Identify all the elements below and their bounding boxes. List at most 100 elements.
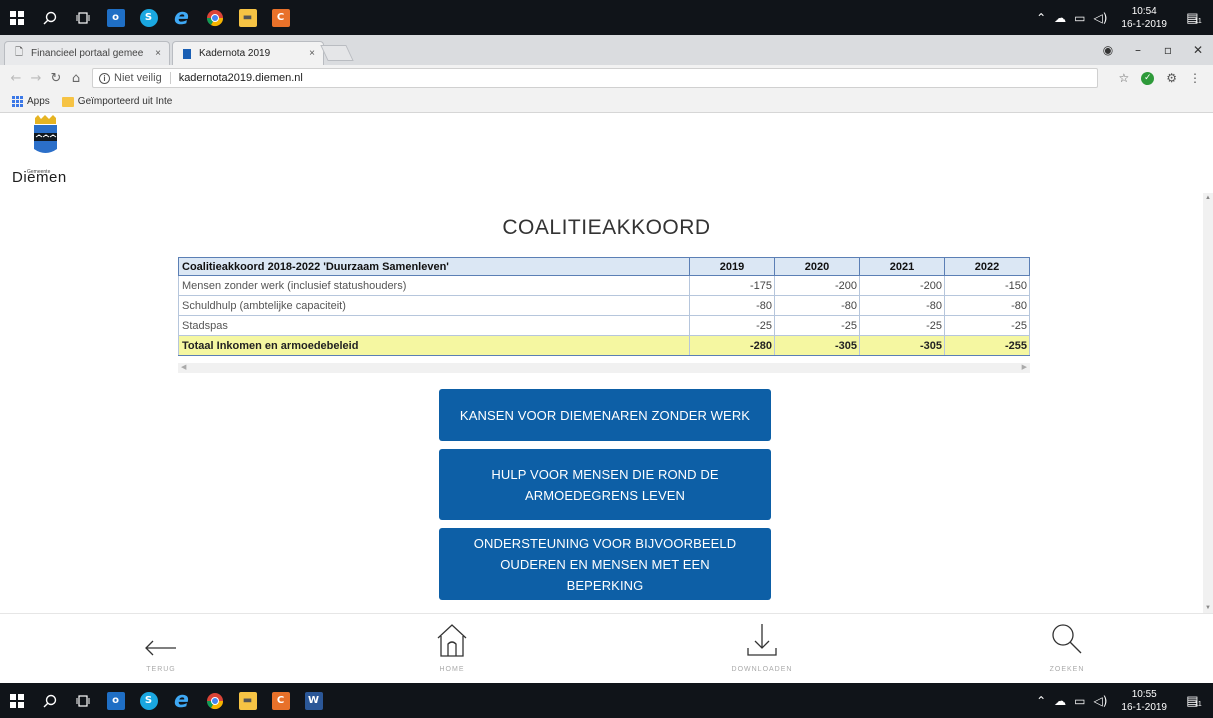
total-value: -305 xyxy=(859,335,945,356)
cell-value: -80 xyxy=(689,295,775,316)
footer-back-button[interactable]: TERUG xyxy=(111,614,211,673)
table-horizontal-scrollbar[interactable]: ◀ ▶ xyxy=(178,363,1030,373)
kansen-button[interactable]: KANSEN VOOR DIEMENAREN ZONDER WERK xyxy=(439,389,771,441)
bookmark-apps[interactable]: Apps xyxy=(12,96,50,107)
footer-home-button[interactable]: HOME xyxy=(402,614,502,673)
notification-count: 11 xyxy=(1194,701,1202,708)
footer-search-button[interactable]: ZOEKEN xyxy=(1017,614,1117,673)
clock[interactable]: 10:54 16-1-2019 xyxy=(1121,5,1167,31)
app-orange-icon[interactable]: C xyxy=(264,683,297,718)
bookmark-imported-folder[interactable]: Geïmporteerd uit Inte xyxy=(61,96,172,107)
hulp-armoedegrens-button[interactable]: HULP VOOR MENSEN DIE ROND DE ARMOEDEGREN… xyxy=(439,449,771,520)
url-text: kadernota2019.diemen.nl xyxy=(178,72,303,84)
reload-icon[interactable]: ↻ xyxy=(46,71,66,86)
forward-arrow-icon[interactable]: → xyxy=(26,71,46,86)
table-header-label: Coalitieakkoord 2018-2022 'Duurzaam Same… xyxy=(178,257,690,276)
security-indicator[interactable]: i Niet veilig xyxy=(99,72,171,84)
extension-check-icon[interactable]: ✓ xyxy=(1141,71,1155,85)
chrome-icon[interactable] xyxy=(198,683,231,718)
app-orange-icon[interactable]: C xyxy=(264,0,297,35)
scroll-right-icon[interactable]: ▶ xyxy=(1022,363,1027,371)
scroll-down-icon[interactable]: ▼ xyxy=(1205,605,1211,611)
clock[interactable]: 10:55 16-1-2019 xyxy=(1121,688,1167,714)
row-label: Schuldhulp (ambtelijke capaciteit) xyxy=(178,295,690,316)
menu-kebab-icon[interactable]: ⋮ xyxy=(1189,71,1201,85)
windows-taskbar-top: o S e ▬ C ⌃ ☁ ▭ ◁) 10:54 16-1-2019 ▤ 11 xyxy=(0,0,1213,35)
close-icon[interactable]: × xyxy=(155,48,161,59)
word-icon[interactable]: W xyxy=(297,683,330,718)
column-header-2021: 2021 xyxy=(859,257,945,276)
skype-icon[interactable]: S xyxy=(132,0,165,35)
total-value: -255 xyxy=(944,335,1030,356)
home-icon xyxy=(402,614,502,658)
new-tab-button[interactable] xyxy=(320,45,354,61)
security-label: Niet veilig xyxy=(114,72,162,84)
tab-financieel-portaal[interactable]: 🗋 Financieel portaal gemee × xyxy=(4,41,170,65)
close-icon[interactable]: × xyxy=(309,48,315,59)
system-tray[interactable]: ⌃ ☁ ▭ ◁) xyxy=(1036,11,1107,25)
download-icon xyxy=(712,614,812,658)
cell-value: -25 xyxy=(774,315,860,336)
internet-explorer-icon[interactable]: e xyxy=(165,0,198,35)
scroll-left-icon[interactable]: ◀ xyxy=(181,363,186,371)
back-arrow-icon[interactable]: ← xyxy=(6,71,26,86)
ondersteuning-button[interactable]: ONDERSTEUNING VOOR BIJVOORBEELD OUDEREN … xyxy=(439,528,771,600)
extension-gear-icon[interactable]: ⚙ xyxy=(1166,71,1177,85)
page-title: COALITIEAKKOORD xyxy=(502,216,711,239)
windows-start-icon[interactable] xyxy=(0,0,33,35)
tab-kadernota[interactable]: Kadernota 2019 × xyxy=(172,41,324,65)
close-window-icon[interactable]: ✕ xyxy=(1183,43,1213,57)
search-icon[interactable] xyxy=(33,0,66,35)
coalition-table: Coalitieakkoord 2018-2022 'Duurzaam Same… xyxy=(178,257,1030,356)
document-icon: 🗋 xyxy=(14,47,24,58)
scroll-up-icon[interactable]: ▲ xyxy=(1205,195,1211,201)
clock-date: 16-1-2019 xyxy=(1121,18,1167,30)
task-view-icon[interactable] xyxy=(66,683,99,718)
apps-grid-icon xyxy=(12,96,23,107)
site-favicon-icon xyxy=(181,48,193,60)
skype-icon[interactable]: S xyxy=(132,683,165,718)
footer-label: DOWNLOADEN xyxy=(731,666,793,673)
profile-icon[interactable]: ◉ xyxy=(1093,43,1123,57)
page-vertical-scrollbar[interactable]: ▲ ▼ xyxy=(1203,193,1213,613)
cell-value: -200 xyxy=(774,275,860,296)
row-label: Mensen zonder werk (inclusief statushoud… xyxy=(178,275,690,296)
action-center-icon[interactable]: ▤ 11 xyxy=(1183,692,1205,710)
action-center-icon[interactable]: ▤ 11 xyxy=(1183,9,1205,27)
file-explorer-icon[interactable]: ▬ xyxy=(231,0,264,35)
internet-explorer-icon[interactable]: e xyxy=(165,683,198,718)
task-view-icon[interactable] xyxy=(66,0,99,35)
info-icon: i xyxy=(99,72,110,84)
notification-count: 11 xyxy=(1194,18,1202,25)
cell-value: -80 xyxy=(774,295,860,316)
outlook-icon[interactable]: o xyxy=(99,0,132,35)
table-row: Schuldhulp (ambtelijke capaciteit) -80 -… xyxy=(178,295,1030,316)
footer-download-button[interactable]: DOWNLOADEN xyxy=(712,614,812,673)
cell-value: -25 xyxy=(689,315,775,336)
windows-start-icon[interactable] xyxy=(0,683,33,718)
address-bar[interactable]: i Niet veilig kadernota2019.diemen.nl xyxy=(92,68,1098,88)
minimize-icon[interactable]: – xyxy=(1123,43,1153,57)
bookmark-star-icon[interactable]: ☆ xyxy=(1118,71,1129,85)
total-value: -280 xyxy=(689,335,775,356)
table-total-row: Totaal Inkomen en armoedebeleid -280 -30… xyxy=(178,335,1030,356)
cell-value: -200 xyxy=(859,275,945,296)
address-toolbar: ← → ↻ ⌂ i Niet veilig kadernota2019.diem… xyxy=(0,65,1213,91)
column-header-2020: 2020 xyxy=(774,257,860,276)
outlook-icon[interactable]: o xyxy=(99,683,132,718)
footer-label: TERUG xyxy=(146,666,176,673)
home-icon[interactable]: ⌂ xyxy=(66,71,86,86)
cell-value: -25 xyxy=(944,315,1030,336)
tab-title: Kadernota 2019 xyxy=(199,48,271,59)
file-explorer-icon[interactable]: ▬ xyxy=(231,683,264,718)
footer-nav: TERUG HOME DOWNLOADEN ZOEKEN xyxy=(0,613,1213,683)
search-icon[interactable] xyxy=(33,683,66,718)
search-icon xyxy=(1017,614,1117,658)
cell-value: -80 xyxy=(859,295,945,316)
bookmarks-bar: Apps Geïmporteerd uit Inte xyxy=(0,91,1213,113)
clock-date: 16-1-2019 xyxy=(1121,701,1167,713)
cell-value: -80 xyxy=(944,295,1030,316)
chrome-icon[interactable] xyxy=(198,0,231,35)
system-tray[interactable]: ⌃ ☁ ▭ ◁) xyxy=(1036,694,1107,708)
maximize-icon[interactable]: ▫ xyxy=(1153,43,1183,57)
